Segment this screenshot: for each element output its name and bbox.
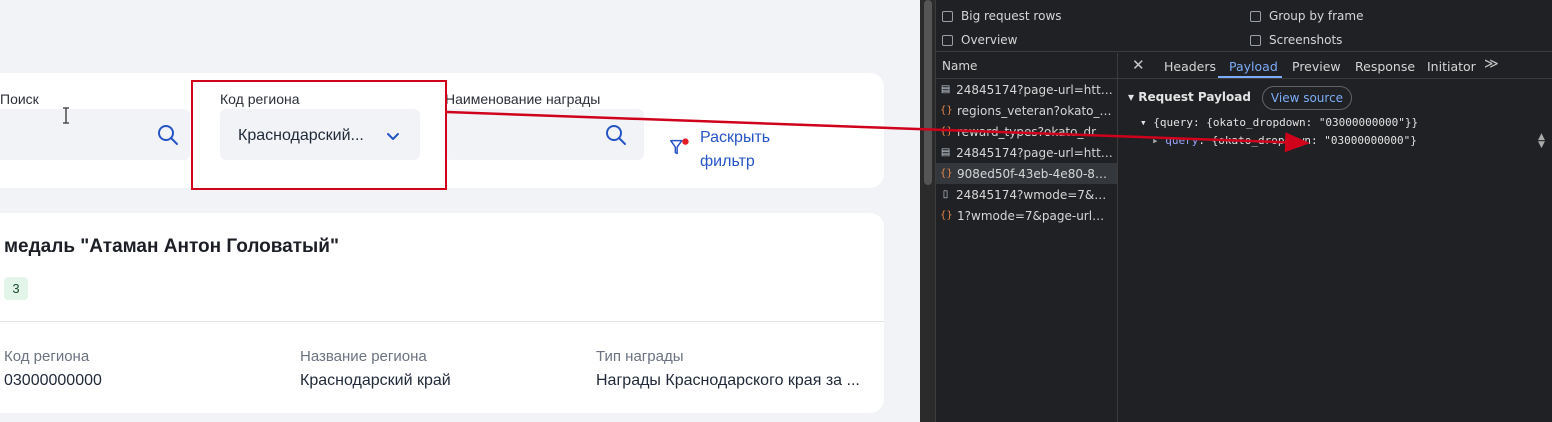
search-label: Поиск: [0, 91, 39, 107]
request-row[interactable]: {} 908ed50f-43eb-4e80-8a4e...: [936, 163, 1117, 184]
vertical-scrollbar[interactable]: [920, 0, 936, 422]
request-rows: ▤ 24845174?page-url=https...{} regions_vet…: [936, 79, 1117, 226]
award-title: медаль "Атаман Антон Головатый": [4, 236, 339, 257]
request-list: Name ▤ 24845174?page-url=https...{} region…: [936, 53, 1118, 422]
request-name: 24845174?wmode=7&pag...: [955, 187, 1113, 202]
tab-initiator[interactable]: Initiator: [1427, 59, 1476, 74]
filter-icon[interactable]: [668, 137, 690, 159]
tab-preview[interactable]: Preview: [1292, 59, 1341, 74]
search-icon[interactable]: [157, 124, 179, 146]
region-code-column-value: 03000000000: [4, 372, 102, 389]
request-name: reward_types?okato_dropd...: [957, 124, 1113, 139]
divider: [0, 321, 884, 322]
tab-response[interactable]: Response: [1355, 59, 1415, 74]
request-row[interactable]: {} 1?wmode=7&page-url=htt...: [936, 205, 1117, 226]
overview-option[interactable]: Overview: [942, 33, 1018, 47]
group-by-frame-option[interactable]: Group by frame: [1250, 9, 1363, 23]
checkbox[interactable]: [942, 10, 953, 22]
close-icon[interactable]: ✕: [1132, 56, 1145, 74]
file-icon: ▯: [942, 189, 949, 200]
request-row[interactable]: ▯ 24845174?wmode=7&pag...: [936, 184, 1117, 205]
expand-triangle-icon: ▾: [1140, 116, 1154, 129]
search-icon[interactable]: [605, 124, 627, 146]
request-name: regions_veteran?okato_dro...: [957, 103, 1113, 118]
request-row[interactable]: ▤ 24845174?page-url=https...: [936, 142, 1117, 163]
request-name: 908ed50f-43eb-4e80-8a4e...: [957, 166, 1113, 181]
payload-line-root[interactable]: ▾ {query: {okato_dropdown: "03000000000"…: [1140, 116, 1418, 129]
collapse-triangle-icon: ▸: [1152, 134, 1166, 147]
request-payload-header[interactable]: ▾ Request Payload: [1128, 90, 1251, 104]
view-source-button[interactable]: View source: [1262, 86, 1352, 110]
detail-tabs: ✕ Headers Payload Preview Response Initi…: [1118, 53, 1552, 79]
award-name-label: Наименование награды: [445, 91, 601, 107]
big-request-rows-option[interactable]: Big request rows: [942, 9, 1062, 23]
xhr-icon: {}: [940, 105, 953, 116]
award-type-column-value: Награды Краснодарского края за ...: [596, 372, 860, 389]
request-row[interactable]: ▤ 24845174?page-url=https...: [936, 79, 1117, 100]
text-cursor-icon: [63, 107, 69, 124]
award-type-column-label: Тип награды: [596, 348, 684, 365]
request-row[interactable]: {} regions_veteran?okato_dro...: [936, 100, 1117, 121]
tab-headers[interactable]: Headers: [1164, 59, 1216, 74]
request-name: 24845174?page-url=https...: [956, 145, 1113, 160]
highlight-box: [191, 80, 447, 190]
request-detail: ✕ Headers Payload Preview Response Initi…: [1118, 53, 1552, 422]
request-row[interactable]: {} reward_types?okato_dropd...: [936, 121, 1117, 142]
region-name-column-label: Название региона: [300, 348, 427, 365]
xhr-icon: {}: [940, 126, 953, 137]
expand-filter-link[interactable]: Раскрыть фильтр: [700, 126, 790, 174]
active-tab-underline: [1218, 76, 1282, 78]
region-name-column-value: Краснодарский край: [300, 372, 451, 389]
checkbox[interactable]: [1250, 34, 1261, 46]
count-badge: 3: [4, 277, 28, 300]
document-icon: ▤: [940, 84, 951, 95]
document-icon: ▤: [940, 147, 951, 158]
xhr-icon: {}: [940, 210, 953, 221]
network-options: Big request rows Group by frame Overview…: [936, 0, 1552, 52]
web-page: Поиск Код региона Краснодарский... Наиме…: [0, 0, 920, 422]
request-name: 1?wmode=7&page-url=htt...: [957, 208, 1113, 223]
request-name: 24845174?page-url=https...: [956, 82, 1113, 97]
name-column-header[interactable]: Name: [936, 53, 1117, 79]
region-code-column-label: Код региона: [4, 348, 90, 365]
screenshots-option[interactable]: Screenshots: [1250, 33, 1342, 47]
tab-payload[interactable]: Payload: [1229, 59, 1278, 74]
devtools-panel: Big request rows Group by frame Overview…: [920, 0, 1552, 422]
scrollbar-thumb[interactable]: [924, 0, 932, 185]
checkbox[interactable]: [1250, 10, 1261, 22]
expand-triangle-icon: ▾: [1128, 90, 1139, 104]
checkbox[interactable]: [942, 34, 953, 46]
more-tabs-icon[interactable]: ≫: [1484, 56, 1499, 72]
scroll-arrows-icon[interactable]: ▲ ▼: [1538, 133, 1545, 150]
xhr-icon: {}: [940, 168, 953, 179]
payload-line-query[interactable]: ▸ query: {okato_dropdown: "03000000000"}: [1152, 134, 1417, 147]
